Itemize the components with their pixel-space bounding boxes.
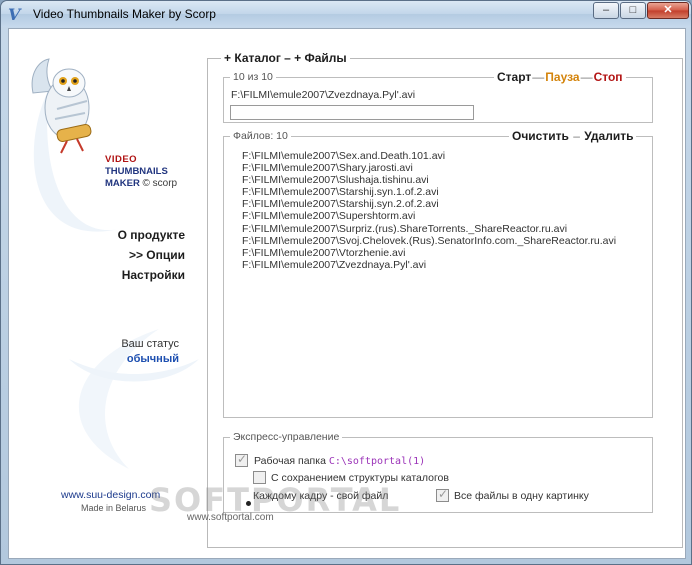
file-list-item[interactable]: F:\FILMI\emule2007\Slushaja.tishinu.avi (242, 174, 616, 186)
maximize-button[interactable]: □ (620, 2, 646, 19)
clear-button[interactable]: Очистить (512, 129, 569, 143)
progress-actions: Старт—Пауза—Стоп (494, 70, 626, 84)
watermark-url: www.softportal.com (187, 512, 274, 523)
file-list-item[interactable]: F:\FILMI\emule2007\Zvezdnaya.Pyl'.avi (242, 259, 616, 271)
work-folder-option: Рабочая папка C:\softportal(1) (254, 455, 425, 467)
main-panel-tabs[interactable]: + Каталог – + Файлы (221, 51, 350, 65)
logo-copyright: © scorp (142, 178, 178, 189)
logo-maker-word: MAKER (105, 178, 140, 189)
stop-button[interactable]: Стоп (594, 70, 623, 84)
product-logo-text: VIDEO THUMBNAILS MAKER © scorp (105, 154, 177, 190)
status-label: Ваш статус (121, 338, 179, 350)
file-list-item[interactable]: F:\FILMI\emule2007\Svoj.Chelovek.(Rus).S… (242, 235, 616, 247)
file-list-item[interactable]: F:\FILMI\emule2007\Shary.jarosti.avi (242, 162, 616, 174)
app-icon: V (8, 5, 21, 24)
file-list[interactable]: F:\FILMI\emule2007\Sex.and.Death.101.avi… (242, 150, 616, 271)
express-legend: Экспресс-управление (230, 431, 343, 443)
client-area: VIDEO THUMBNAILS MAKER © scorp О продукт… (8, 28, 686, 559)
file-list-item[interactable]: F:\FILMI\emule2007\Supershtorm.avi (242, 210, 616, 222)
action-separator: — (580, 70, 593, 84)
action-separator: — (532, 70, 545, 84)
file-list-item[interactable]: F:\FILMI\emule2007\Starshij.syn.1.of.2.a… (242, 186, 616, 198)
progress-counter: 10 из 10 (230, 71, 276, 83)
logo-line-video: VIDEO (105, 154, 138, 165)
made-in-label: Made in Belarus (81, 503, 147, 513)
current-file-path: F:\FILMI\emule2007\Zvezdnaya.Pyl'.avi (231, 89, 416, 101)
title-bar[interactable]: V Video Thumbnails Maker by Scorp – □ ✕ (1, 1, 691, 27)
action-separator: – (569, 129, 584, 143)
window-title: Video Thumbnails Maker by Scorp (33, 7, 216, 21)
work-folder-path[interactable]: C:\softportal(1) (329, 456, 425, 467)
work-folder-checkbox[interactable] (235, 452, 248, 467)
files-count-label: Файлов: 10 (230, 130, 291, 142)
delete-button[interactable]: Удалить (584, 129, 633, 143)
files-actions: Очистить – Удалить (509, 129, 637, 143)
logo-line-thumbnails: THUMBNAILS (105, 166, 168, 177)
nav-options[interactable]: >> Опции (89, 248, 185, 262)
app-window: V Video Thumbnails Maker by Scorp – □ ✕ … (0, 0, 692, 565)
logo-line-maker: MAKER © scorp (105, 178, 177, 190)
work-folder-label: Рабочая папка (254, 455, 326, 467)
file-list-item[interactable]: F:\FILMI\emule2007\Surpriz.(rus).ShareTo… (242, 223, 616, 235)
file-list-item[interactable]: F:\FILMI\emule2007\Starshij.syn.2.of.2.a… (242, 198, 616, 210)
website-link[interactable]: www.suu-design.com (61, 489, 160, 501)
start-button[interactable]: Старт (497, 70, 531, 84)
file-list-item[interactable]: F:\FILMI\emule2007\Vtorzhenie.avi (242, 247, 616, 259)
close-button[interactable]: ✕ (647, 2, 689, 19)
owl-logo-icon (31, 58, 92, 154)
all-in-one-label: Все файлы в одну картинку (454, 490, 589, 502)
status-value[interactable]: обычный (109, 353, 179, 365)
all-in-one-checkbox[interactable] (436, 487, 449, 502)
file-list-item[interactable]: F:\FILMI\emule2007\Sex.and.Death.101.avi (242, 150, 616, 162)
pause-button[interactable]: Пауза (545, 70, 579, 84)
nav-about[interactable]: О продукте (89, 228, 185, 242)
progress-bar (230, 105, 474, 120)
nav-settings[interactable]: Настройки (89, 268, 185, 282)
minimize-button[interactable]: – (593, 2, 619, 19)
